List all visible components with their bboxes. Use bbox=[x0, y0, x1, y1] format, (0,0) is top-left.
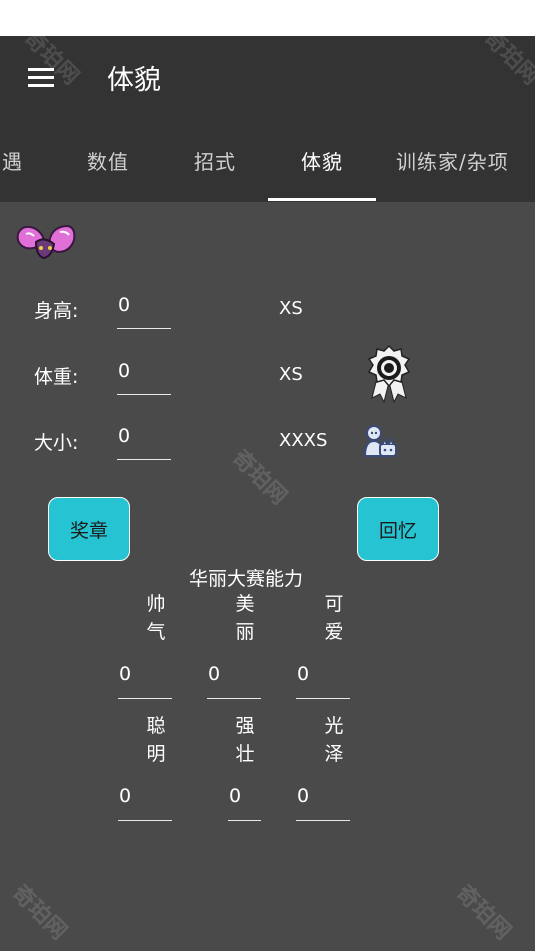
size-label: 大小: bbox=[34, 432, 79, 454]
cute-input[interactable]: 0 bbox=[296, 663, 350, 699]
status-bar bbox=[0, 0, 535, 36]
sheen-input[interactable]: 0 bbox=[296, 785, 350, 821]
watermark: 奇珀网 bbox=[7, 880, 72, 945]
weight-label: 体重: bbox=[34, 366, 79, 388]
smart-label: 聪明 bbox=[146, 715, 166, 765]
ribbons-button[interactable]: 奖章 bbox=[48, 497, 130, 561]
height-input[interactable]: 0 bbox=[117, 294, 171, 329]
cute-label: 可爱 bbox=[324, 593, 344, 643]
sheen-label: 光泽 bbox=[324, 715, 344, 765]
weight-input[interactable]: 0 bbox=[117, 360, 171, 395]
contest-stats-title: 华丽大赛能力 bbox=[189, 568, 304, 590]
memories-button[interactable]: 回忆 bbox=[357, 497, 439, 561]
size-input[interactable]: 0 bbox=[117, 425, 171, 460]
height-label: 身高: bbox=[34, 300, 79, 322]
active-tab-indicator bbox=[268, 198, 376, 201]
cool-label: 帅气 bbox=[146, 593, 166, 643]
app-bar: 体貌 bbox=[0, 36, 535, 120]
beauty-label: 美丽 bbox=[235, 593, 255, 643]
cool-input[interactable]: 0 bbox=[118, 663, 172, 699]
mark-badge-icon[interactable] bbox=[364, 344, 414, 404]
pokemon-sprite bbox=[16, 224, 76, 260]
trainer-figure-icon[interactable] bbox=[362, 424, 398, 458]
smart-input[interactable]: 0 bbox=[118, 785, 172, 821]
tab-trainer-misc[interactable]: 训练家/杂项 bbox=[396, 146, 509, 175]
tab-bar: 遇 数值 招式 体貌 训练家/杂项 bbox=[0, 120, 535, 202]
weight-rank: XS bbox=[279, 364, 303, 385]
tab-encounter[interactable]: 遇 bbox=[2, 146, 23, 175]
size-rank: XXXS bbox=[279, 430, 328, 451]
height-rank: XS bbox=[279, 298, 303, 319]
beauty-input[interactable]: 0 bbox=[207, 663, 261, 699]
tough-label: 强壮 bbox=[235, 715, 255, 765]
tab-stats[interactable]: 数值 bbox=[87, 146, 129, 175]
watermark: 奇珀网 bbox=[451, 880, 516, 945]
tough-input[interactable]: 0 bbox=[228, 785, 261, 821]
page-title: 体貌 bbox=[107, 65, 161, 96]
tab-moves[interactable]: 招式 bbox=[194, 146, 236, 175]
tab-appearance[interactable]: 体貌 bbox=[301, 146, 343, 175]
watermark: 奇珀网 bbox=[227, 445, 292, 510]
